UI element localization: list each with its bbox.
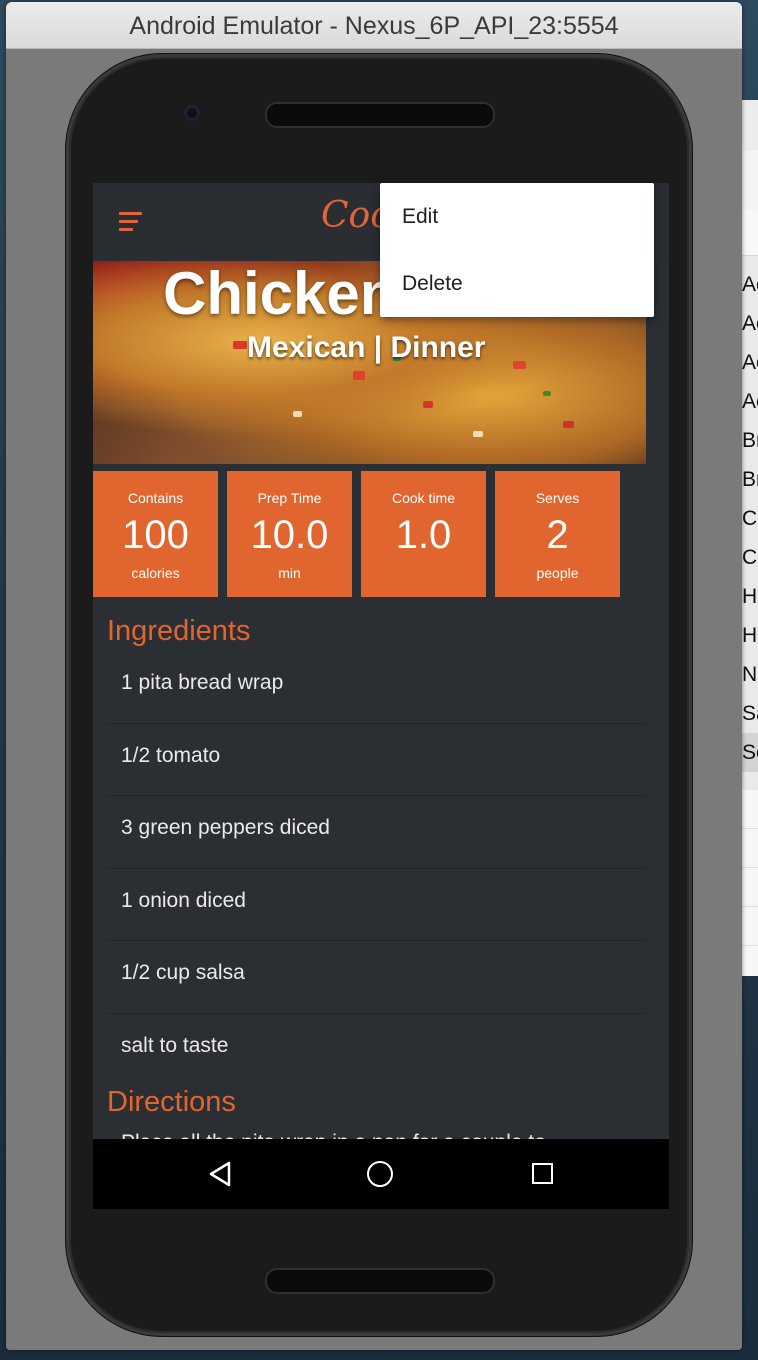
android-nav-bar — [93, 1139, 669, 1209]
stat-value: 1.0 — [395, 513, 452, 557]
directions-heading: Directions — [107, 1086, 236, 1118]
ingredient-text: 1 onion diced — [121, 888, 246, 912]
ingredient-item[interactable]: 1/2 tomato — [107, 724, 646, 796]
stat-label: Prep Time — [257, 490, 322, 506]
stat-prep-time: Prep Time 10.0 min — [227, 471, 352, 597]
list-item[interactable]: H — [742, 577, 758, 616]
ingredient-text: salt to taste — [121, 1033, 229, 1057]
overflow-popup-menu: Edit Delete — [380, 183, 654, 317]
list-item[interactable]: Br — [742, 460, 758, 499]
menu-item-edit[interactable]: Edit — [380, 187, 654, 247]
stat-label: Cook time — [391, 490, 456, 506]
stat-unit: people — [536, 565, 579, 581]
front-camera — [184, 105, 200, 121]
recents-icon[interactable] — [532, 1163, 553, 1184]
stat-calories: Contains 100 calories — [93, 471, 218, 597]
bottom-speaker — [265, 1268, 495, 1294]
stat-label: Serves — [535, 490, 580, 506]
list-item-selected[interactable]: Se — [742, 733, 758, 772]
background-window-list: Ac Ac Ac Ac Br Br C C H H N Sa Se — [742, 265, 758, 772]
background-window-header — [742, 210, 758, 256]
list-item[interactable]: Ac — [742, 343, 758, 382]
stat-serves: Serves 2 people — [495, 471, 620, 597]
stat-value: 10.0 — [250, 513, 329, 557]
list-item[interactable]: N — [742, 655, 758, 694]
recipe-title: Chicken — [163, 261, 397, 327]
ingredient-item[interactable]: salt to taste — [107, 1014, 646, 1086]
recipe-stats: Contains 100 calories Prep Time 10.0 min… — [93, 471, 669, 597]
background-window-lower-panel — [742, 790, 758, 976]
ingredients-list: 1 pita bread wrap 1/2 tomato 3 green pep… — [93, 651, 646, 1085]
recipe-subtitle: Mexican | Dinner — [247, 331, 486, 364]
list-item[interactable]: Br — [742, 421, 758, 460]
ingredient-item[interactable]: 1 onion diced — [107, 869, 646, 941]
stat-value: 100 — [122, 513, 189, 557]
list-item[interactable]: Ac — [742, 304, 758, 343]
list-item[interactable]: Sa — [742, 694, 758, 733]
list-item[interactable]: Ac — [742, 382, 758, 421]
ingredients-heading: Ingredients — [107, 615, 251, 647]
stat-cook-time: Cook time 1.0 — [361, 471, 486, 597]
menu-item-delete[interactable]: Delete — [380, 254, 654, 314]
ingredient-item[interactable]: 3 green peppers diced — [107, 796, 646, 869]
ingredient-text: 1 pita bread wrap — [121, 671, 284, 694]
ingredient-text: 1/2 cup salsa — [121, 961, 245, 984]
background-window[interactable]: Ac Ac Ac Ac Br Br C C H H N Sa Se — [742, 100, 758, 976]
background-window-toolbar-row — [742, 150, 758, 211]
window-title: Android Emulator - Nexus_6P_API_23:5554 — [6, 2, 742, 49]
list-item[interactable]: Ac — [742, 265, 758, 304]
list-item[interactable]: H — [742, 616, 758, 655]
phone-screen: Cook Chicken Mexican | Dinner Contains 1… — [93, 183, 669, 1209]
ingredient-text: 1/2 tomato — [121, 743, 221, 767]
stat-label: Contains — [127, 490, 184, 506]
hamburger-menu-icon[interactable] — [113, 205, 153, 239]
home-icon[interactable] — [367, 1161, 393, 1187]
stat-unit: min — [278, 565, 301, 581]
stat-value: 2 — [546, 513, 569, 557]
ingredient-item[interactable]: 1 pita bread wrap — [107, 651, 646, 724]
stat-unit: calories — [131, 565, 180, 581]
list-item[interactable]: C — [742, 538, 758, 577]
back-icon[interactable] — [207, 1161, 233, 1187]
top-speaker — [265, 102, 495, 128]
ingredient-text: 3 green peppers diced — [121, 816, 330, 839]
background-window-toolbar — [742, 100, 758, 151]
ingredient-item[interactable]: 1/2 cup salsa — [107, 941, 646, 1014]
list-item[interactable]: C — [742, 499, 758, 538]
